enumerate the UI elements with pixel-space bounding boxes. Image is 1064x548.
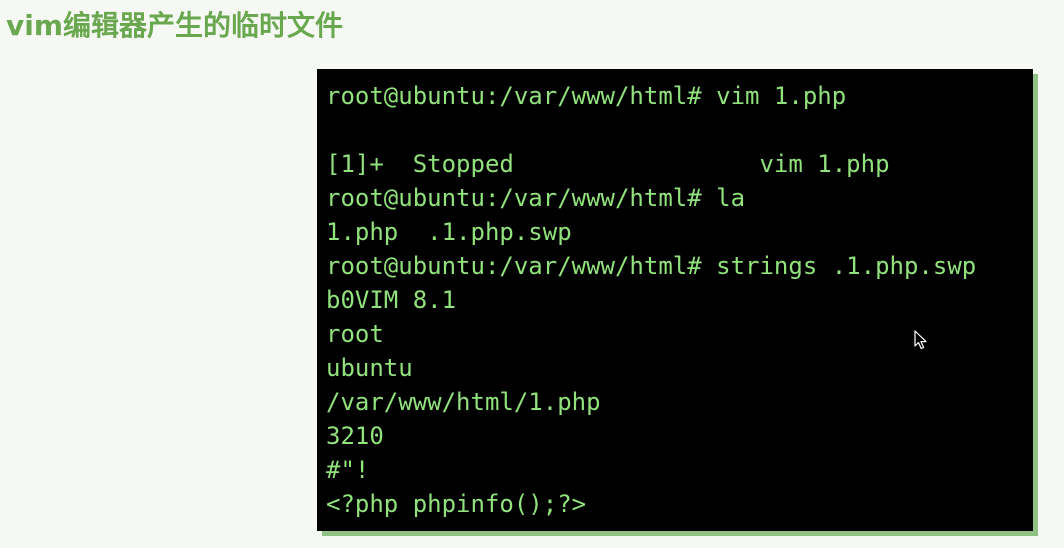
slide-title: vim编辑器产生的临时文件 — [6, 9, 344, 42]
terminal-line-output: <?php phpinfo();?> — [326, 490, 587, 518]
terminal-line-prompt-vim: root@ubuntu:/var/www/html# vim 1.php — [326, 82, 847, 110]
terminal-window[interactable]: root@ubuntu:/var/www/html# vim 1.php [1]… — [317, 69, 1033, 531]
terminal-line-output: 3210 — [326, 422, 384, 450]
terminal-line-file-listing: 1.php .1.php.swp — [326, 218, 572, 246]
terminal-line-prompt-la: root@ubuntu:/var/www/html# la — [326, 184, 746, 212]
terminal-line-output: b0VIM 8.1 — [326, 286, 457, 314]
terminal-line-output: #"! — [326, 456, 370, 484]
terminal-line-prompt-strings: root@ubuntu:/var/www/html# strings .1.ph… — [326, 252, 977, 280]
terminal-line-output: ubuntu — [326, 354, 413, 382]
terminal-line-stopped-job: [1]+ Stopped vim 1.php — [326, 150, 890, 178]
mouse-pointer-icon — [914, 330, 927, 350]
terminal-line-output: /var/www/html/1.php — [326, 388, 601, 416]
